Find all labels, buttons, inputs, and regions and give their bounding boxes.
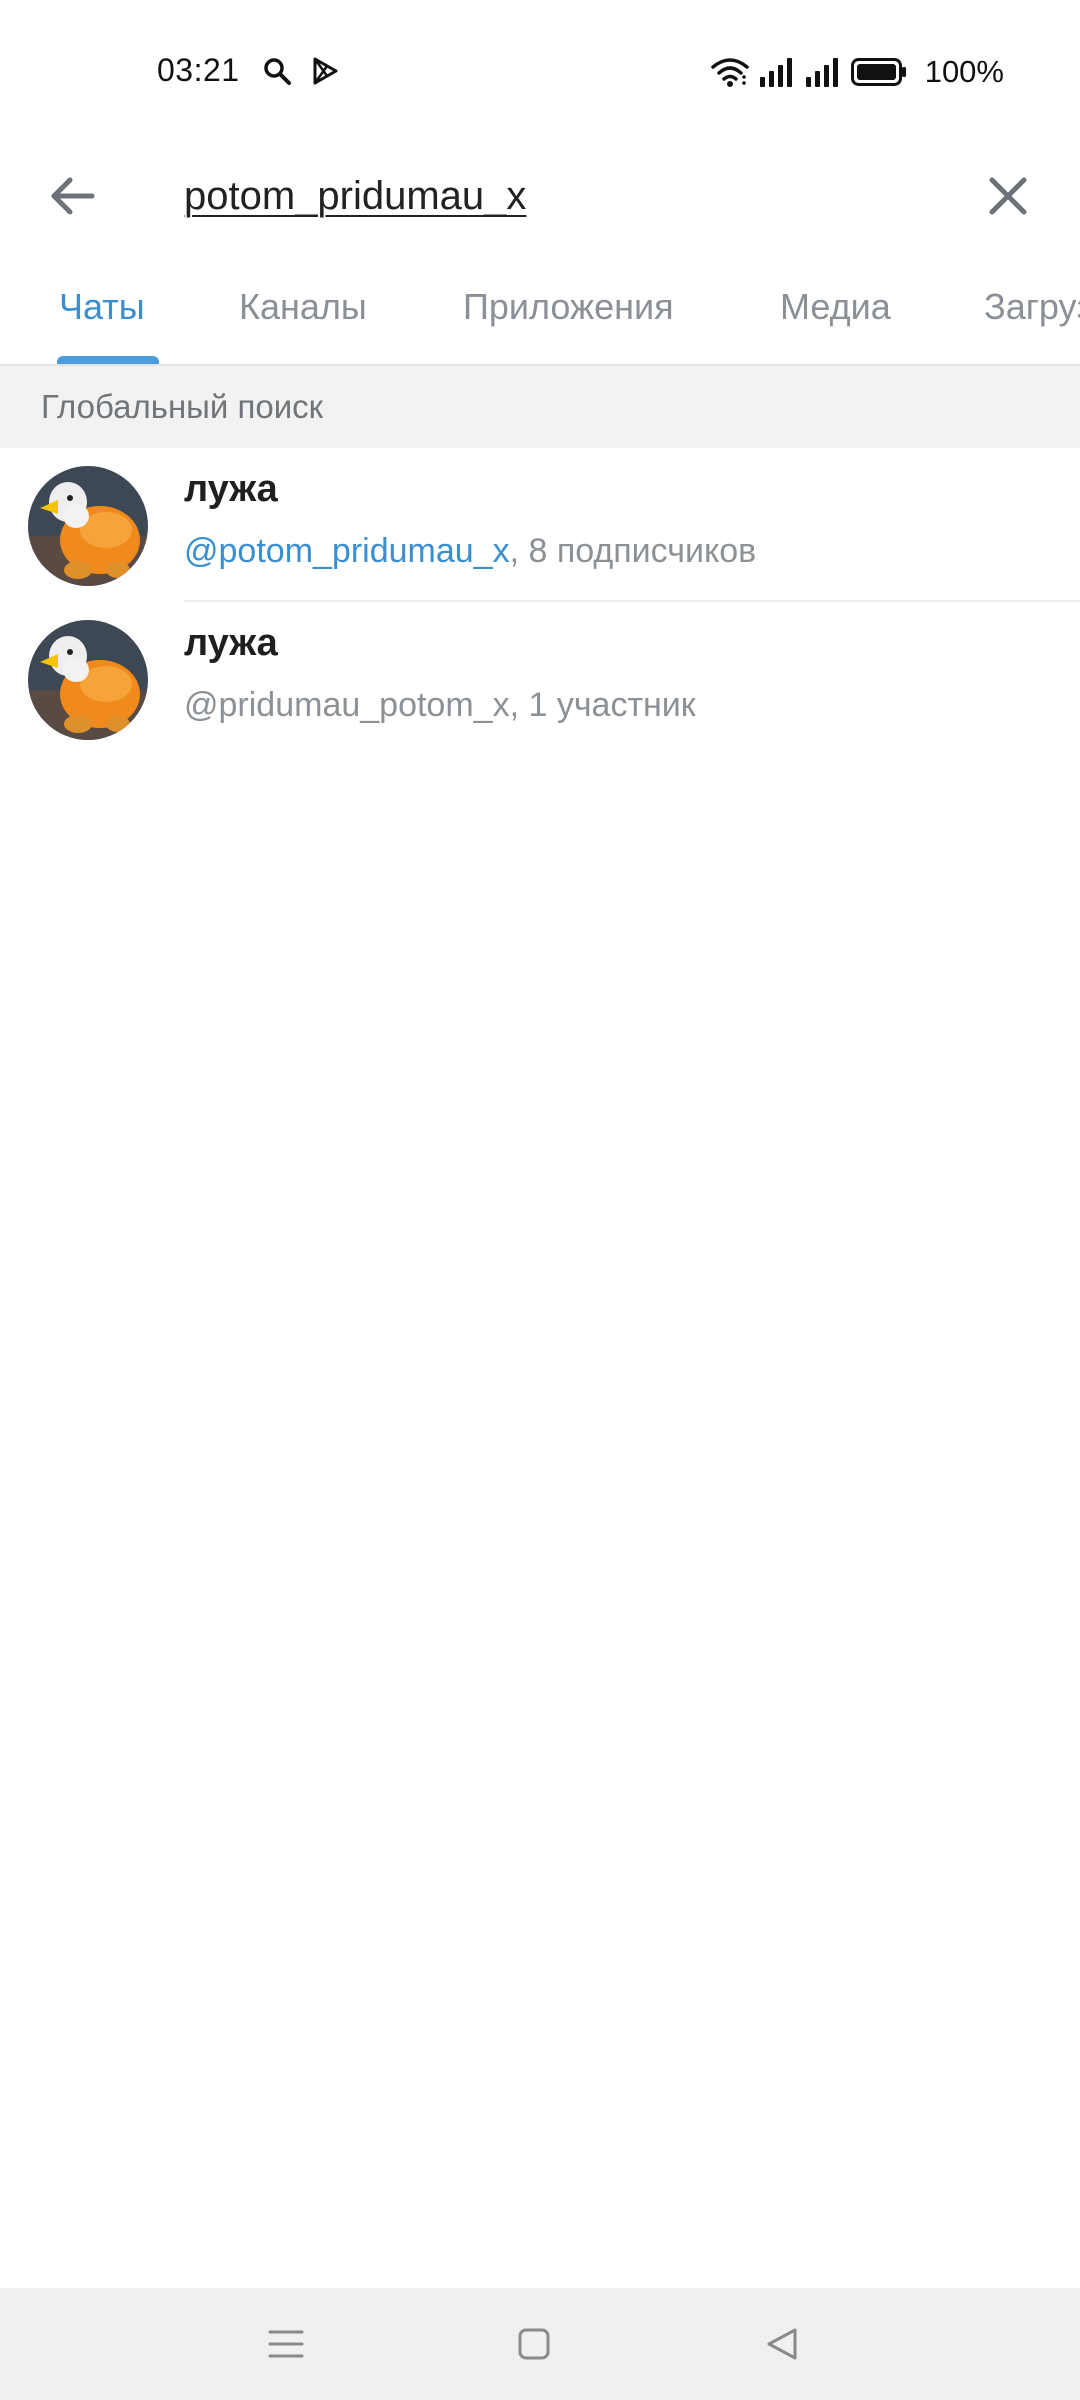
tab-downloads[interactable]: Загрузки bbox=[984, 286, 1080, 328]
result-meta: , 1 участник bbox=[509, 686, 696, 724]
section-title: Глобальный поиск bbox=[41, 388, 324, 425]
search-result-row[interactable]: лужа @potom_pridumau_x, 8 подписчиков bbox=[0, 448, 1080, 602]
status-time: 03:21 bbox=[157, 52, 240, 88]
arrow-left-icon bbox=[51, 177, 95, 215]
search-header bbox=[0, 140, 1080, 264]
clear-search-button[interactable] bbox=[976, 164, 1040, 228]
home-button[interactable] bbox=[504, 2314, 564, 2374]
system-back-button[interactable] bbox=[752, 2314, 812, 2374]
section-header: Глобальный поиск bbox=[0, 366, 1080, 448]
tab-apps[interactable]: Приложения bbox=[463, 286, 674, 328]
status-right-group: 100% bbox=[710, 52, 1004, 92]
result-title: лужа bbox=[184, 468, 278, 510]
tab-chats[interactable]: Чаты bbox=[59, 286, 145, 328]
search-input[interactable] bbox=[184, 158, 964, 234]
back-button[interactable] bbox=[40, 164, 104, 228]
result-username-link[interactable]: @potom_pridumau_x bbox=[184, 532, 510, 570]
search-icon bbox=[264, 58, 291, 85]
tab-channels[interactable]: Каналы bbox=[239, 286, 367, 328]
system-navigation-bar bbox=[0, 2288, 1080, 2400]
signal-icon bbox=[805, 58, 838, 87]
result-username: @pridumau_potom_x bbox=[184, 686, 510, 724]
menu-icon bbox=[268, 2330, 304, 2358]
avatar bbox=[28, 466, 148, 586]
status-bar: 03:21 100% bbox=[0, 0, 1080, 140]
result-subtitle: @pridumau_potom_x, 1 участник bbox=[184, 686, 696, 725]
battery-icon bbox=[850, 58, 906, 86]
signal-icon bbox=[759, 58, 792, 87]
result-subtitle: @potom_pridumau_x, 8 подписчиков bbox=[184, 532, 756, 571]
battery-percentage: 100% bbox=[924, 54, 1004, 89]
home-square-icon bbox=[518, 2328, 550, 2360]
tab-media[interactable]: Медиа bbox=[780, 286, 891, 328]
avatar bbox=[28, 620, 148, 740]
search-result-row[interactable]: лужа @pridumau_potom_x, 1 участник bbox=[0, 602, 1080, 756]
recent-apps-button[interactable] bbox=[256, 2314, 316, 2374]
result-title: лужа bbox=[184, 622, 278, 664]
result-meta: , 8 подписчиков bbox=[509, 532, 757, 570]
active-tab-indicator bbox=[57, 356, 159, 364]
search-tabs: Чаты Каналы Приложения Медиа Загрузки bbox=[0, 264, 1080, 366]
play-store-icon bbox=[313, 57, 338, 85]
close-icon bbox=[989, 177, 1027, 215]
back-triangle-icon bbox=[767, 2328, 797, 2360]
wifi-icon bbox=[710, 58, 749, 87]
